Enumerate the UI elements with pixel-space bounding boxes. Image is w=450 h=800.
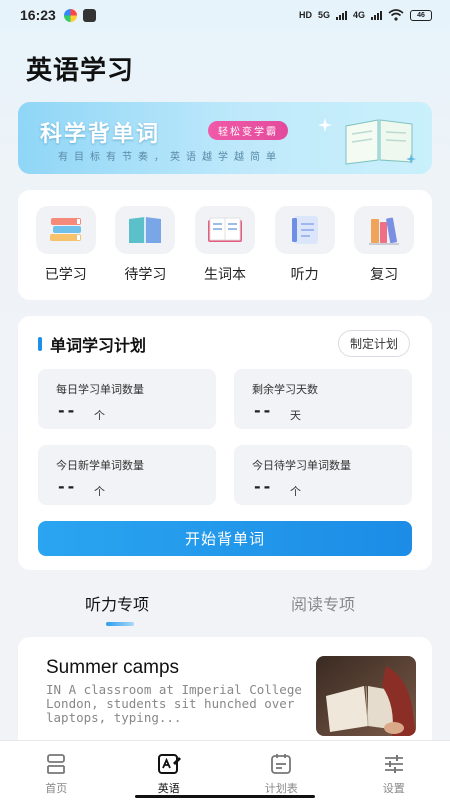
signal-icon: [335, 10, 347, 20]
document-icon: [274, 206, 335, 254]
nav-settings[interactable]: 设置: [338, 741, 450, 800]
category-label: 生词本: [203, 267, 246, 283]
set-plan-button[interactable]: 制定计划: [337, 330, 410, 357]
stat-today-new-words: 今日新学单词数量 -- 个: [38, 445, 216, 505]
tab-reading[interactable]: 阅读专项: [291, 591, 355, 615]
category-label: 已学习: [44, 267, 87, 283]
banner-title: 科学背单词: [40, 122, 161, 147]
home-icon: [47, 754, 66, 774]
category-review[interactable]: 复习: [352, 206, 416, 300]
stat-value: --: [58, 401, 78, 420]
nav-schedule[interactable]: 计划表: [225, 741, 338, 800]
promo-banner[interactable]: 科学背单词 轻松变学霸 有目标有节奏，英语越学越简单: [18, 102, 432, 174]
stat-value: --: [254, 477, 274, 496]
category-label: 听力: [290, 267, 319, 283]
stat-today-pending-words: 今日待学习单词数量 -- 个: [234, 445, 412, 505]
stat-unit: 个: [94, 409, 105, 422]
article-card[interactable]: Summer camps IN A classroom at Imperial …: [18, 637, 432, 752]
hd-label: HD: [298, 10, 312, 20]
category-listening[interactable]: 听力: [273, 206, 337, 300]
english-edit-icon: [157, 754, 181, 774]
status-indicators: HD 5G 4G 46: [299, 9, 432, 21]
category-label: 复习: [370, 267, 399, 283]
tab-listening[interactable]: 听力专项: [85, 591, 149, 615]
stat-label: 每日学习单词数量: [56, 383, 144, 396]
app-notification-icon: [82, 8, 96, 22]
wifi-icon: [388, 9, 404, 21]
stat-remaining-days: 剩余学习天数 -- 天: [234, 369, 412, 429]
study-plan-card: 单词学习计划 制定计划 每日学习单词数量 -- 个 剩余学习天数 -- 天 今日…: [18, 316, 432, 570]
nav-label: 首页: [45, 782, 68, 795]
article-title: Summer camps: [46, 657, 180, 678]
category-pending[interactable]: 待学习: [113, 206, 177, 300]
stat-daily-words: 每日学习单词数量 -- 个: [38, 369, 216, 429]
app-notification-icon: [63, 8, 77, 22]
active-tab-indicator: [106, 622, 134, 626]
calendar-icon: [271, 754, 292, 774]
stat-label: 今日待学习单词数量: [252, 459, 351, 472]
nav-label: 设置: [382, 782, 405, 795]
sparkle-icon: [406, 154, 416, 164]
page-title: 英语学习: [26, 56, 135, 86]
upright-books-icon: [354, 206, 415, 254]
status-bar: 16:23 HD 5G 4G 46: [0, 0, 450, 30]
stat-label: 今日新学单词数量: [56, 459, 144, 472]
start-memorizing-button[interactable]: 开始背单词: [38, 521, 412, 556]
status-time: 16:23: [20, 7, 56, 23]
network-4g-label: 4G: [352, 10, 365, 20]
stat-label: 剩余学习天数: [252, 383, 318, 396]
open-book-icon: [115, 206, 176, 254]
plan-header: 单词学习计划: [38, 332, 146, 356]
nav-home[interactable]: 首页: [0, 741, 113, 800]
plan-title: 单词学习计划: [50, 336, 147, 355]
section-accent-bar: [38, 337, 42, 351]
category-card: 已学习 待学习 生词本 听力 复习: [18, 190, 432, 300]
battery-icon: 46: [410, 9, 432, 21]
network-5g-label: 5G: [317, 10, 330, 20]
stacked-books-icon: [35, 206, 96, 254]
category-vocabulary-book[interactable]: 生词本: [193, 206, 257, 300]
banner-subtitle: 有目标有节奏，英语越学越简单: [58, 152, 282, 163]
nav-label: 计划表: [264, 782, 298, 795]
nav-english[interactable]: 英语: [113, 741, 226, 800]
stat-value: --: [254, 401, 274, 420]
home-indicator[interactable]: [135, 795, 315, 798]
sliders-icon: [384, 755, 403, 773]
stat-unit: 个: [290, 485, 301, 498]
article-thumbnail: [316, 656, 416, 736]
signal-icon: [371, 10, 382, 20]
stat-value: --: [58, 477, 78, 496]
nav-label: 英语: [157, 782, 180, 795]
category-label: 待学习: [124, 267, 167, 283]
sparkle-icon: [318, 118, 332, 132]
bottom-navigation: 首页 英语 计划表 设置: [0, 740, 450, 800]
stat-unit: 天: [290, 409, 301, 422]
category-learned[interactable]: 已学习: [34, 206, 98, 300]
notebook-icon: [194, 206, 255, 254]
stat-unit: 个: [94, 485, 105, 498]
article-excerpt: IN A classroom at Imperial College Londo…: [46, 682, 302, 725]
banner-badge: 轻松变学霸: [208, 121, 288, 140]
